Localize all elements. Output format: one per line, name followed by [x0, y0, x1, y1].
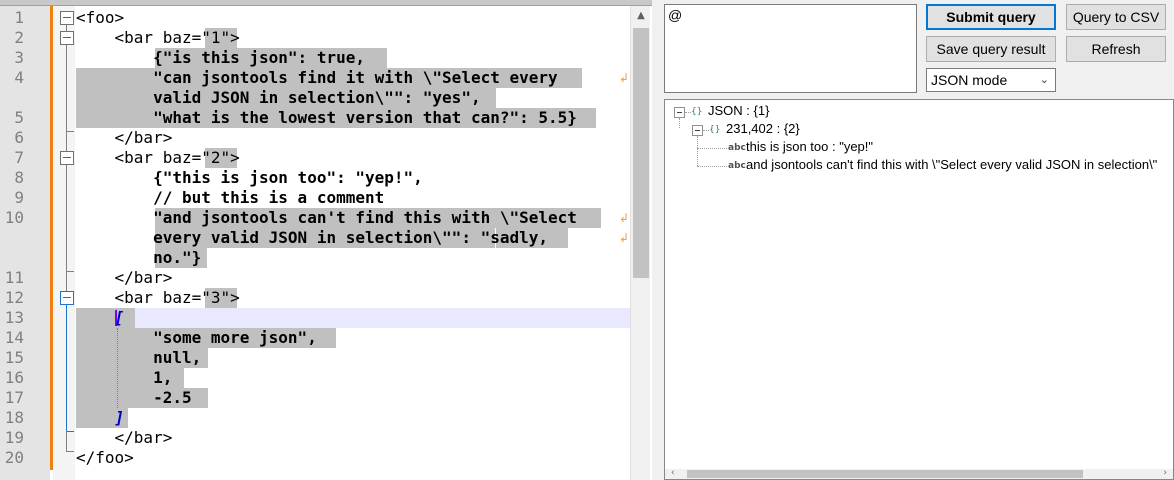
vertical-scrollbar[interactable]: ▲ — [630, 6, 650, 480]
code-line: "what is the lowest version that can?": … — [76, 108, 577, 127]
line-number: 12 — [4, 288, 24, 307]
tree-node-object[interactable]: 231,402 : {2} — [726, 121, 800, 139]
code-line: "some more json", — [76, 328, 317, 347]
line-number: 4 — [14, 68, 24, 87]
line-number: 9 — [14, 188, 24, 207]
tree-leaf-string[interactable]: and jsontools can't find this with \"Sel… — [746, 157, 1157, 175]
fold-end-tick — [66, 451, 74, 452]
fold-minus-box-icon[interactable] — [60, 31, 74, 45]
query-input[interactable]: @ — [664, 4, 917, 93]
code-line: ] — [76, 408, 125, 427]
tree-connector — [697, 166, 727, 167]
fold-line — [66, 305, 67, 431]
code-editor[interactable]: 1 2 3 4 5 6 7 8 9 10 11 12 13 14 15 16 1… — [0, 0, 652, 480]
fold-end-tick — [66, 271, 74, 272]
fold-line — [66, 271, 67, 291]
tree-connector — [679, 118, 680, 128]
pane-splitter[interactable] — [652, 0, 660, 480]
scroll-left-arrow-icon[interactable]: ‹ — [671, 468, 675, 478]
code-text-area[interactable]: <foo> <bar baz="1"> {"is this json": tru… — [76, 8, 630, 480]
fold-margin — [53, 6, 75, 480]
horizontal-scrollbar[interactable]: ‹ › — [665, 468, 1173, 479]
line-number: 20 — [4, 448, 24, 467]
chevron-down-icon: ⌄ — [1039, 74, 1049, 86]
line-number: 14 — [4, 328, 24, 347]
abc-icon: abc — [728, 161, 746, 171]
line-number: 5 — [14, 108, 24, 127]
code-line: <bar baz="2"> — [76, 148, 240, 167]
code-line: [ — [76, 308, 125, 327]
scrollbar-thumb[interactable] — [687, 470, 1083, 478]
tree-leaf-string[interactable]: this is json too : "yep!" — [746, 139, 873, 157]
line-number-gutter: 1 2 3 4 5 6 7 8 9 10 11 12 13 14 15 16 1… — [0, 6, 50, 480]
mode-dropdown-value: JSON mode — [931, 72, 1008, 88]
code-line: 1, — [76, 368, 173, 387]
current-line-highlight — [76, 308, 630, 328]
line-number: 11 — [4, 268, 24, 287]
code-line: valid JSON in selection\"": "yes", — [76, 88, 481, 107]
code-line: {"this is json too": "yep!", — [76, 168, 423, 187]
line-number: 3 — [14, 48, 24, 67]
fold-line — [66, 431, 67, 451]
code-line: </bar> — [76, 128, 173, 147]
curly-braces-icon: {} — [709, 125, 721, 135]
mode-dropdown[interactable]: JSON mode ⌄ — [926, 68, 1056, 92]
tree-node-root[interactable]: JSON : {1} — [708, 103, 769, 121]
tree-connector — [697, 136, 698, 166]
curly-braces-icon: {} — [691, 107, 703, 117]
code-line: -2.5 — [76, 388, 192, 407]
code-line: </bar> — [76, 268, 173, 287]
code-line: "can jsontools find it with \"Select eve… — [76, 68, 558, 87]
scrollbar-thumb[interactable] — [633, 28, 649, 278]
submit-query-button[interactable]: Submit query — [926, 4, 1056, 30]
code-line: no."} — [76, 248, 202, 267]
fold-end-tick — [66, 131, 74, 132]
line-number: 1 — [14, 8, 24, 27]
line-number: 13 — [4, 308, 24, 327]
collapse-box-icon[interactable] — [674, 107, 685, 118]
line-number: 16 — [4, 368, 24, 387]
scroll-up-arrow-icon[interactable]: ▲ — [631, 8, 651, 24]
json-tree-view[interactable]: {} JSON : {1} {} 231,402 : {2} abc this … — [664, 99, 1174, 480]
line-number: 7 — [14, 148, 24, 167]
save-query-result-button[interactable]: Save query result — [926, 36, 1056, 62]
code-line: </foo> — [76, 448, 134, 467]
abc-icon: abc — [728, 143, 746, 153]
fold-minus-box-icon[interactable] — [60, 151, 74, 165]
refresh-button[interactable]: Refresh — [1066, 36, 1166, 62]
tab-strip[interactable] — [0, 0, 652, 6]
line-number: 15 — [4, 348, 24, 367]
code-line: <bar baz="1"> — [76, 28, 240, 47]
fold-line — [66, 131, 67, 151]
line-number: 18 — [4, 408, 24, 427]
line-number: 2 — [14, 28, 24, 47]
fold-line — [66, 45, 67, 131]
code-line: <bar baz="3"> — [76, 288, 240, 307]
collapse-box-icon[interactable] — [692, 125, 703, 136]
code-line: {"is this json": true, — [76, 48, 365, 67]
fold-end-tick — [66, 431, 74, 432]
code-line: <foo> — [76, 8, 125, 27]
code-line: null, — [76, 348, 202, 367]
code-line: every valid JSON in selection\"": "sadly… — [76, 228, 549, 247]
fold-line — [66, 165, 67, 271]
tree-connector — [697, 148, 727, 149]
code-line: "and jsontools can't find this with \"Se… — [76, 208, 577, 227]
code-line: </bar> — [76, 428, 173, 447]
line-number: 17 — [4, 388, 24, 407]
fold-minus-box-icon[interactable] — [60, 11, 74, 25]
line-number: 19 — [4, 428, 24, 447]
code-line: // but this is a comment — [76, 188, 385, 207]
query-to-csv-button[interactable]: Query to CSV — [1066, 4, 1166, 30]
json-tools-panel: @ Submit query Query to CSV Save query r… — [660, 0, 1174, 480]
scroll-right-arrow-icon[interactable]: › — [1163, 468, 1167, 478]
line-number: 8 — [14, 168, 24, 187]
line-number: 10 — [4, 208, 24, 227]
line-number: 6 — [14, 128, 24, 147]
fold-minus-box-icon[interactable] — [60, 291, 74, 305]
